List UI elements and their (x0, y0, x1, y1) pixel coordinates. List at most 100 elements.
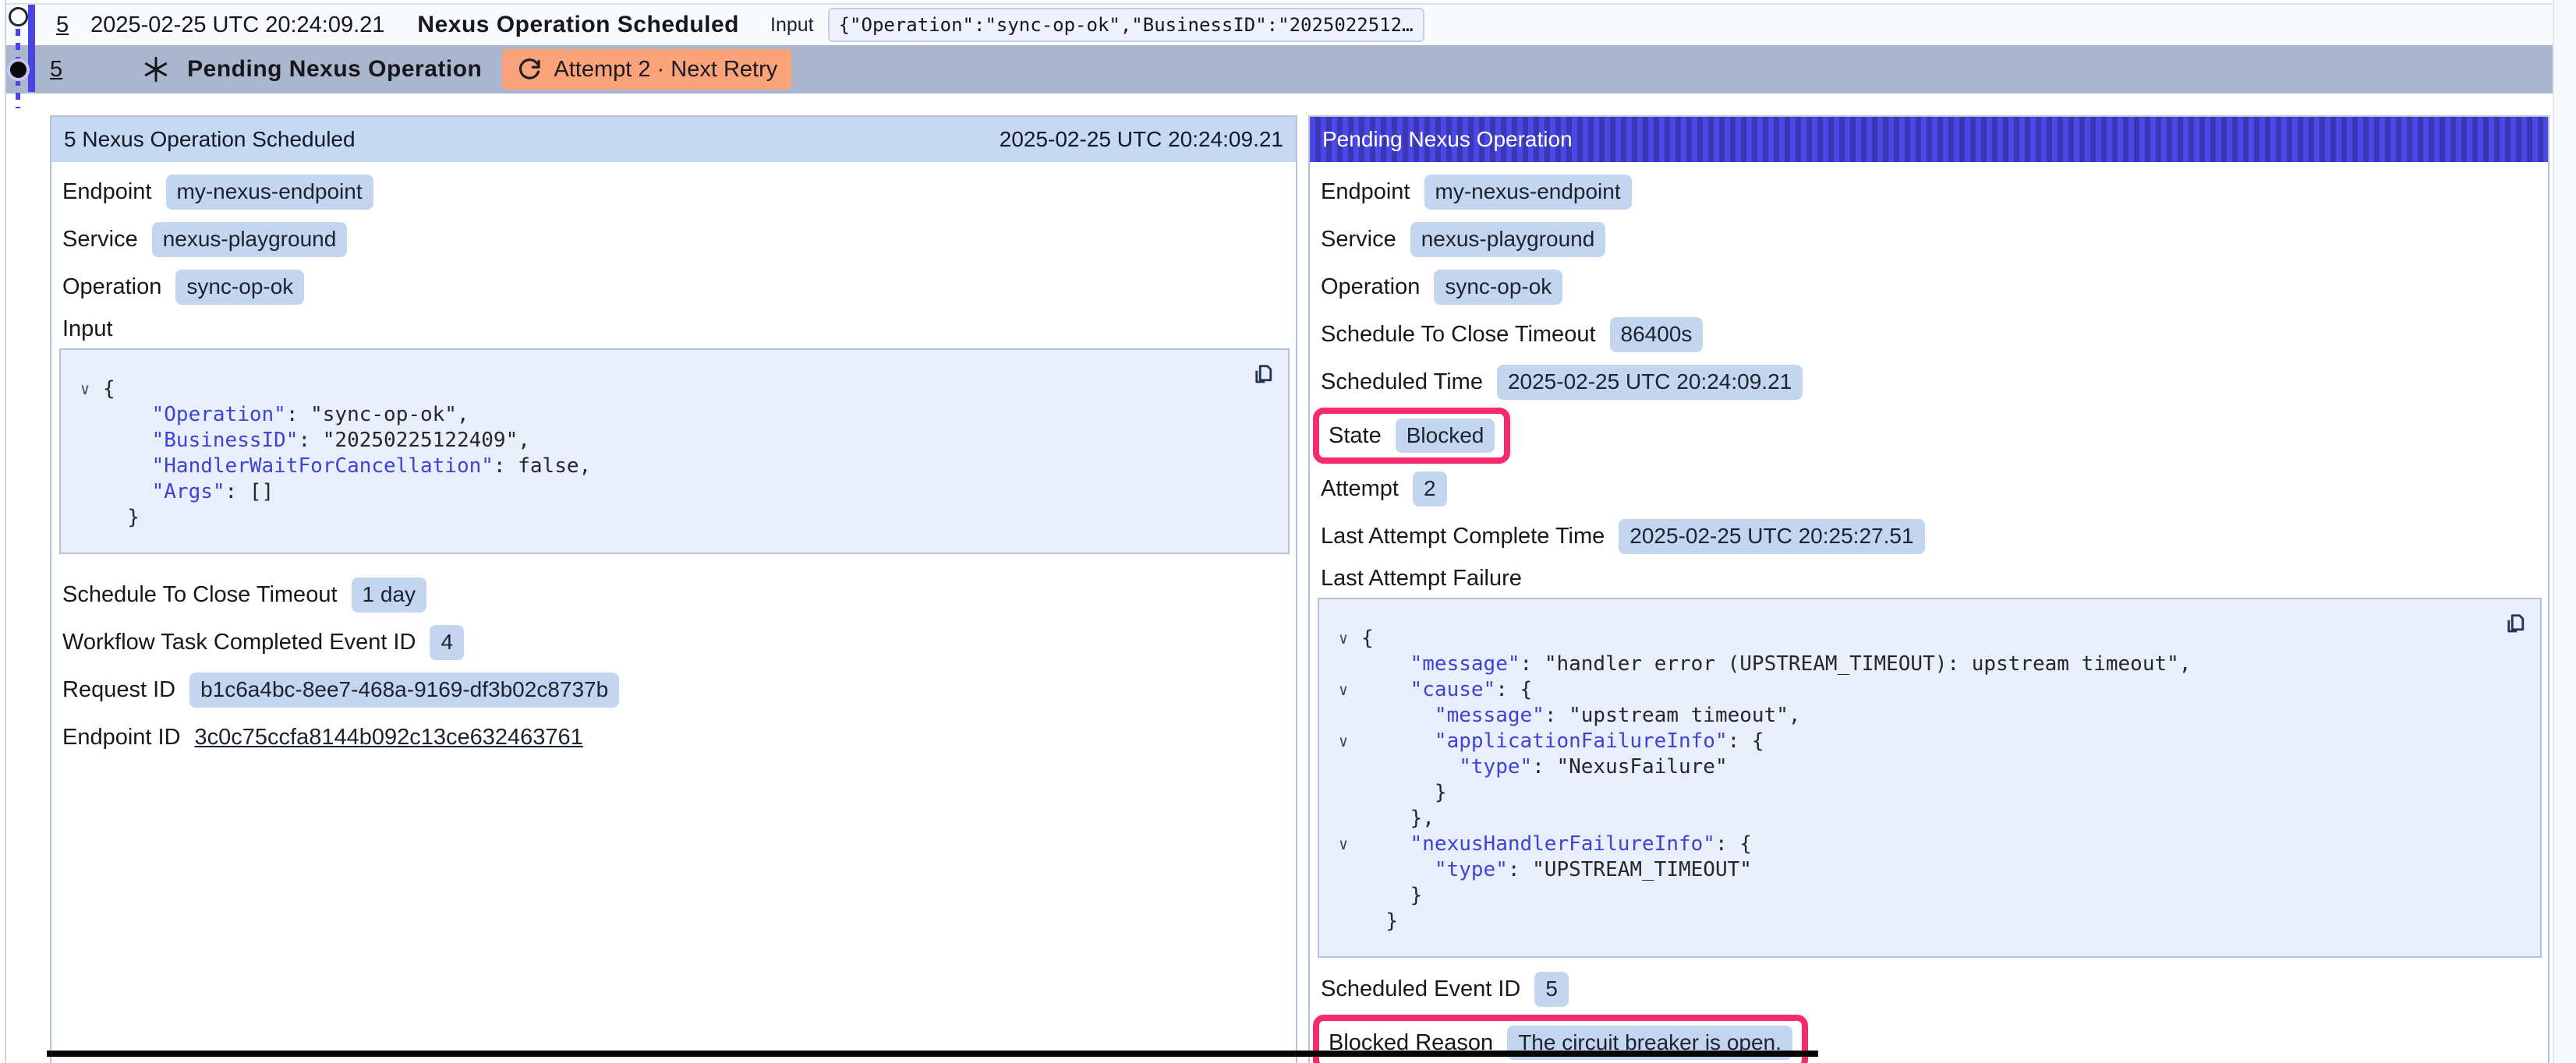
event-title: Nexus Operation Scheduled (417, 12, 739, 38)
event-timestamp: 2025-02-25 UTC 20:24:09.21 (90, 12, 384, 38)
json-line: "message": "handler error (UPSTREAM_TIME… (1325, 652, 2486, 677)
json-text: : "handler error (UPSTREAM_TIMEOUT): ups… (1520, 652, 2192, 677)
field-label: Operation (1321, 274, 1420, 300)
field-schedule-to-close-timeout: Schedule To Close Timeout 1 day (51, 571, 1296, 619)
json-line: ∨{ (1325, 626, 2486, 652)
json-key: "message" (1435, 703, 1545, 729)
field-value-badge: 5 (1534, 972, 1569, 1006)
gutter (67, 428, 103, 454)
event-input-preview-chip[interactable]: {"Operation":"sync-op-ok","BusinessID":"… (828, 8, 1424, 42)
pending-id-link[interactable]: 5 (50, 57, 62, 83)
field-service: Service nexus-playground (51, 216, 1296, 263)
field-label: Attempt (1321, 476, 1399, 502)
json-text: : false, (494, 454, 591, 479)
copy-icon[interactable] (1249, 359, 1277, 390)
json-indent (1361, 806, 1410, 832)
collapse-chevron-icon[interactable]: ∨ (1325, 677, 1361, 703)
json-text: } (1385, 909, 1398, 934)
json-indent (1361, 677, 1410, 703)
field-operation: Operation sync-op-ok (1310, 263, 2548, 311)
field-label: Service (1321, 227, 1396, 253)
vertical-scrollbar[interactable] (2553, 0, 2576, 1063)
event-id-link[interactable]: 5 (56, 12, 69, 38)
endpoint-id-link[interactable]: 3c0c75ccfa8144b092c13ce632463761 (195, 725, 583, 750)
json-text: }, (1410, 806, 1435, 832)
json-text: : [] (225, 479, 274, 505)
field-value-badge: 2025-02-25 UTC 20:25:27.51 (1619, 519, 1924, 553)
json-text: : "sync-op-ok", (286, 402, 469, 428)
field-workflow-task-completed-event-id: Workflow Task Completed Event ID 4 (51, 619, 1296, 666)
json-line: } (1325, 780, 2486, 806)
json-key: "Args" (152, 479, 225, 505)
json-key: "nexusHandlerFailureInfo" (1410, 832, 1715, 857)
gutter (1325, 652, 1361, 677)
pending-operation-row[interactable]: 5 Pending Nexus Operation Attempt 2 · Ne… (6, 45, 2553, 94)
collapse-chevron-icon[interactable]: ∨ (67, 376, 103, 402)
json-line: ∨{ (67, 376, 1233, 402)
json-line: ∨ "nexusHandlerFailureInfo": { (1325, 832, 2486, 857)
section-label: Input (62, 316, 113, 342)
failure-json-viewer: ∨{ "message": "handler error (UPSTREAM_T… (1318, 598, 2542, 958)
field-label: State (1329, 423, 1382, 449)
json-text: : { (1728, 729, 1764, 754)
field-label: Scheduled Event ID (1321, 976, 1520, 1002)
field-scheduled-time: Scheduled Time 2025-02-25 UTC 20:24:09.2… (1310, 358, 2548, 406)
json-line: "HandlerWaitForCancellation": false, (67, 454, 1233, 479)
field-value-badge: sync-op-ok (1434, 270, 1562, 304)
event-panel-header: 5 Nexus Operation Scheduled 2025-02-25 U… (51, 117, 1296, 162)
gutter (1325, 780, 1361, 806)
field-attempt: Attempt 2 (1310, 465, 2548, 513)
json-text: } (1410, 883, 1423, 909)
timeline-connector (16, 29, 20, 60)
json-text: { (103, 376, 115, 402)
json-text: : { (1495, 677, 1532, 703)
event-history-row[interactable]: 5 2025-02-25 UTC 20:24:09.21 Nexus Opera… (6, 3, 2553, 45)
json-line: } (67, 505, 1233, 531)
field-value-badge: my-nexus-endpoint (166, 175, 373, 209)
gutter (67, 505, 103, 531)
json-text: } (1435, 780, 1447, 806)
input-json-viewer: ∨{ "Operation": "sync-op-ok", "BusinessI… (59, 348, 1290, 554)
json-line: }, (1325, 806, 2486, 832)
field-state: State Blocked (1319, 414, 1504, 457)
json-line: ∨ "cause": { (1325, 677, 2486, 703)
last-attempt-failure-label: Last Attempt Failure (1310, 560, 2548, 596)
event-panel-timestamp: 2025-02-25 UTC 20:24:09.21 (1000, 127, 1283, 152)
collapse-chevron-icon[interactable]: ∨ (1325, 626, 1361, 652)
collapse-chevron-icon[interactable]: ∨ (1325, 729, 1361, 754)
field-label: Service (62, 227, 138, 253)
json-indent (1361, 883, 1410, 909)
page-left-border (5, 0, 6, 1063)
collapse-chevron-icon[interactable]: ∨ (1325, 832, 1361, 857)
timeline-active-bar (28, 5, 35, 92)
timeline-pending-node-icon (10, 62, 27, 78)
field-request-id: Request ID b1c6a4bc-8ee7-468a-9169-df3b0… (51, 666, 1296, 714)
attempt-badge-label: Attempt 2 · Next Retry (554, 57, 777, 83)
field-value-badge: nexus-playground (152, 222, 348, 256)
gutter (67, 479, 103, 505)
field-label: Last Attempt Complete Time (1321, 524, 1605, 549)
json-line: "message": "upstream timeout", (1325, 703, 2486, 729)
field-value-badge: nexus-playground (1410, 222, 1606, 256)
highlight-annotation-state: State Blocked (1313, 408, 1510, 464)
field-value-badge: 1 day (352, 577, 427, 612)
state-badge: Blocked (1396, 418, 1495, 453)
json-key: "type" (1459, 754, 1532, 780)
field-operation: Operation sync-op-ok (51, 263, 1296, 311)
json-line: "Operation": "sync-op-ok", (67, 402, 1233, 428)
json-text: { (1361, 626, 1374, 652)
event-detail-panel: 5 Nexus Operation Scheduled 2025-02-25 U… (50, 115, 1297, 1063)
json-line: } (1325, 909, 2486, 934)
json-indent (103, 454, 152, 479)
gutter (1325, 703, 1361, 729)
json-indent (1361, 832, 1410, 857)
screenshot-bottom-edge (47, 1051, 1818, 1057)
json-key: "applicationFailureInfo" (1435, 729, 1728, 754)
pending-title: Pending Nexus Operation (187, 56, 482, 83)
json-indent (1361, 754, 1459, 780)
json-key: "message" (1410, 652, 1520, 677)
gutter (1325, 883, 1361, 909)
field-label: Operation (62, 274, 161, 300)
copy-icon[interactable] (2501, 609, 2529, 640)
spacer (1310, 958, 2548, 966)
